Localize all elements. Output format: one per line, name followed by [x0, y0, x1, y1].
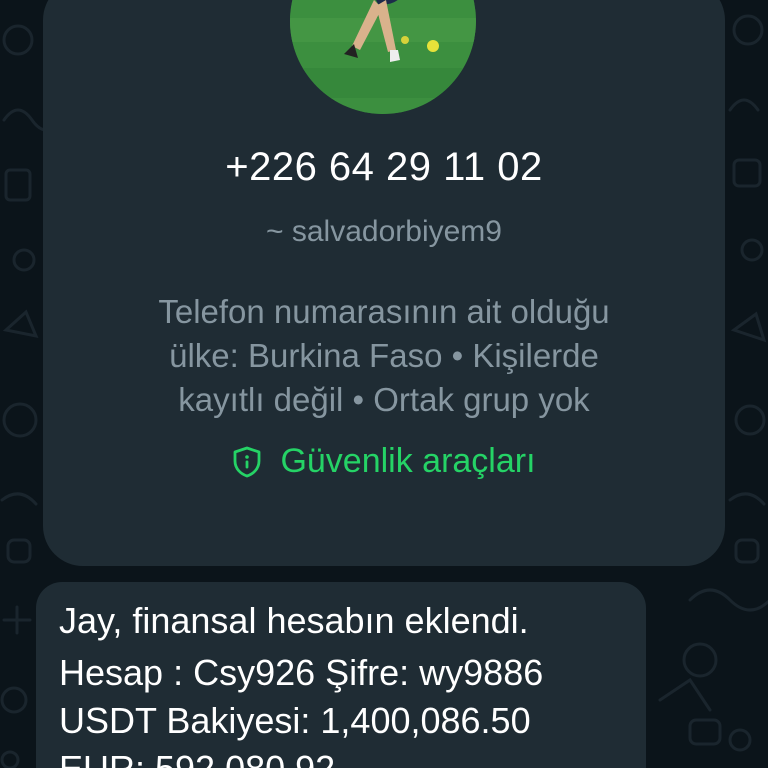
info-line: Telefon numarasının ait olduğu [158, 293, 610, 330]
safety-tools-button[interactable]: Güvenlik araçları [0, 442, 768, 481]
contact-phone-number[interactable]: +226 64 29 11 02 [0, 145, 768, 190]
shield-icon [232, 446, 262, 478]
safety-tools-label: Güvenlik araçları [280, 442, 536, 480]
contact-info-text: Telefon numarasının ait olduğu ülke: Bur… [100, 290, 668, 422]
message-line: Jay, finansal hesabın eklendi. [59, 600, 529, 641]
info-line: kayıtlı değil • Ortak grup yok [178, 381, 590, 418]
message-line: Hesap : Csy926 Şifre: wy9886 [59, 652, 544, 693]
info-line: ülke: Burkina Faso • Kişilerde [169, 337, 599, 374]
contact-push-name: ~ salvadorbiyem9 [266, 215, 502, 248]
message-line: EUR: 592,080.92 [59, 748, 335, 768]
message-line: USDT Bakiyesi: 1,400,086.50 [59, 700, 531, 741]
